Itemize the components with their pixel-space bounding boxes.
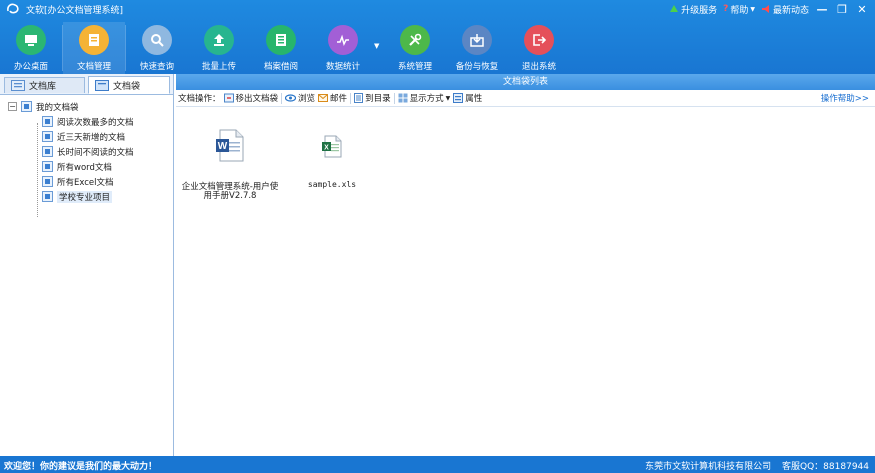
main-panel: 文档袋列表 文档操作： 移出文档袋 浏览 邮件 到目录 显示方式 ▼ 属性 操作…	[176, 74, 875, 456]
query-folder-icon	[42, 131, 53, 142]
status-bar: 欢迎您！你的建议是我们的最大动力！ 东莞市文软计算机科技有限公司 客服QQ：88…	[0, 456, 875, 473]
left-tabs: 文档库 文档袋	[0, 74, 173, 95]
query-folder-icon	[42, 161, 53, 172]
app-logo	[7, 3, 19, 14]
tree-item-recent-added[interactable]: 近三天新增的文档	[42, 129, 173, 144]
welcome-message: 欢迎您！你的建议是我们的最大动力！	[4, 462, 158, 472]
remove-from-bag-button[interactable]: 移出文档袋	[223, 92, 278, 104]
toolbar-divider	[281, 92, 283, 104]
chevron-down-icon: ▼	[445, 94, 451, 102]
tool-quick-search[interactable]: 快速查询	[126, 22, 188, 74]
upload-icon	[204, 25, 234, 55]
tool-data-statistics[interactable]: 数据统计	[312, 22, 374, 74]
upgrade-link[interactable]: 升级服务	[669, 3, 717, 16]
exit-icon	[524, 25, 554, 55]
view-mode-icon	[398, 93, 408, 103]
browse-button[interactable]: 浏览	[285, 92, 315, 104]
library-icon	[11, 80, 25, 91]
file-item-word[interactable]: W 企业文档管理系统-用户使用手册V2.7.8	[178, 129, 282, 201]
collapse-icon[interactable]: −	[8, 102, 17, 111]
megaphone-icon	[761, 5, 769, 13]
svg-text:W: W	[218, 141, 228, 152]
top-bar: 文软[办公文档管理系统] 升级服务 ? 帮助 ▼ 最新动态 — ❐ ✕ 办公桌面…	[0, 0, 875, 74]
left-panel: 文档库 文档袋 − 我的文档袋 阅读次数最多的文档 近三天新增的文档 长时间不阅…	[0, 74, 174, 456]
word-document-icon: W	[216, 129, 244, 162]
tool-system-manage[interactable]: 系统管理	[384, 22, 446, 74]
eye-icon	[285, 94, 297, 102]
upgrade-icon	[670, 5, 679, 12]
tool-exit-system[interactable]: 退出系统	[508, 22, 570, 74]
support-qq: 客服QQ：88187944	[782, 462, 869, 472]
document-operations-bar: 文档操作： 移出文档袋 浏览 邮件 到目录 显示方式 ▼ 属性 操作帮助>>	[176, 90, 875, 107]
chevron-down-icon[interactable]: ▼	[374, 42, 384, 74]
to-directory-button[interactable]: 到目录	[354, 92, 391, 104]
news-link[interactable]: 最新动态	[761, 3, 809, 16]
company-name: 东莞市文软计算机科技有限公司	[645, 462, 772, 472]
file-item-excel[interactable]: X sample.xls	[301, 135, 363, 189]
user-folder-icon	[42, 191, 53, 202]
tool-backup-restore[interactable]: 备份与恢复	[446, 22, 508, 74]
properties-button[interactable]: 属性	[453, 92, 482, 104]
display-mode-dropdown[interactable]: 显示方式 ▼	[398, 92, 451, 104]
query-folder-icon	[42, 146, 53, 157]
file-name: sample.xls	[307, 180, 357, 189]
operations-label: 文档操作：	[178, 94, 221, 104]
tree-item-school-project[interactable]: 学校专业项目	[42, 189, 173, 204]
mail-button[interactable]: 邮件	[318, 92, 347, 104]
document-bag-icon	[95, 79, 109, 91]
query-folder-icon	[42, 176, 53, 187]
tab-document-library[interactable]: 文档库	[4, 77, 85, 93]
tree-line	[37, 123, 38, 217]
window-title: 文软[办公文档管理系统]	[26, 6, 124, 16]
mail-icon	[318, 94, 329, 102]
main-toolbar: 办公桌面 文档管理 快速查询 批量上传 档案借阅 数据统计 ▼ 系统管理 备份与…	[0, 22, 875, 74]
tool-document-manage[interactable]: 文档管理	[63, 22, 125, 74]
backup-icon	[462, 25, 492, 55]
document-manage-icon	[79, 25, 109, 55]
title-bar: 文软[办公文档管理系统] 升级服务 ? 帮助 ▼ 最新动态 — ❐ ✕	[0, 0, 875, 18]
properties-icon	[453, 93, 464, 103]
archive-icon	[266, 25, 296, 55]
document-bag-tree: − 我的文档袋 阅读次数最多的文档 近三天新增的文档 长时间不阅读的文档 所有w…	[0, 95, 173, 217]
directory-icon	[354, 93, 364, 103]
toolbar-divider	[393, 92, 395, 104]
excel-document-icon: X	[322, 135, 342, 158]
tool-office-desktop[interactable]: 办公桌面	[0, 22, 62, 74]
chart-icon	[328, 25, 358, 55]
restore-button[interactable]: ❐	[835, 3, 849, 16]
chevron-down-icon: ▼	[750, 5, 755, 13]
help-menu[interactable]: ? 帮助 ▼	[723, 3, 755, 16]
tool-batch-upload[interactable]: 批量上传	[188, 22, 250, 74]
tree-item-long-unread[interactable]: 长时间不阅读的文档	[42, 144, 173, 159]
tab-document-bag[interactable]: 文档袋	[88, 76, 170, 94]
folder-icon	[21, 101, 32, 112]
remove-icon	[223, 93, 234, 103]
help-icon: ?	[723, 4, 729, 14]
tool-archive-borrow[interactable]: 档案借阅	[250, 22, 312, 74]
list-header: 文档袋列表	[176, 74, 875, 90]
file-name: 企业文档管理系统-用户使用手册V2.7.8	[181, 182, 279, 201]
desktop-icon	[16, 25, 46, 55]
minimize-button[interactable]: —	[815, 3, 829, 16]
company-info: 东莞市文软计算机科技有限公司 客服QQ：88187944	[645, 459, 869, 472]
search-icon	[142, 25, 172, 55]
operation-help-link[interactable]: 操作帮助>>	[821, 92, 875, 104]
tree-root[interactable]: − 我的文档袋	[8, 99, 173, 114]
settings-icon	[400, 25, 430, 55]
close-button[interactable]: ✕	[855, 3, 869, 16]
query-folder-icon	[42, 116, 53, 127]
toolbar-divider	[350, 92, 352, 104]
svg-text:X: X	[324, 144, 329, 151]
tree-item-excel-docs[interactable]: 所有Excel文档	[42, 174, 173, 189]
tree-item-word-docs[interactable]: 所有word文档	[42, 159, 173, 174]
tree-item-most-read[interactable]: 阅读次数最多的文档	[42, 114, 173, 129]
